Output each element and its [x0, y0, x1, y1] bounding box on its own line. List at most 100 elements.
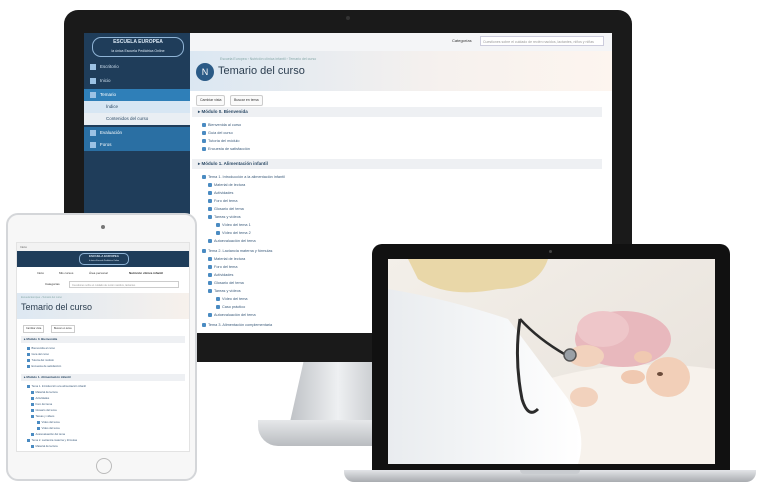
video-icon — [37, 427, 40, 430]
list-item[interactable]: Autoevaluación del tema — [208, 313, 256, 317]
browser-bar: Inicio — [17, 243, 189, 251]
list-item[interactable]: Tema 3. Alimentación complementaria — [202, 323, 272, 327]
list-item[interactable]: Tema 2. Lactancia materna y fórmulas — [202, 249, 272, 253]
video-icon — [37, 421, 40, 424]
sidebar-item-temario[interactable]: Temario — [84, 89, 190, 101]
breadcrumb[interactable]: Escuela Europea › Temario del curso — [21, 296, 62, 299]
glossary-icon — [31, 409, 34, 412]
sidebar-item-contenidos[interactable]: Contenidos del curso — [84, 113, 190, 125]
list-item[interactable]: Tareas y vídeos — [208, 215, 241, 219]
list-item[interactable]: Vídeo del tema — [37, 421, 60, 424]
activity-icon — [208, 273, 212, 277]
survey-icon — [27, 365, 30, 368]
home-icon — [90, 77, 96, 84]
item-label: Material de lectura — [35, 391, 58, 395]
list-item[interactable]: Autoevaluación del tema — [31, 433, 65, 436]
list-item[interactable]: Material de lectura — [31, 391, 58, 394]
item-label: Vídeo del tema — [222, 297, 248, 301]
list-item[interactable]: Vídeo del tema — [216, 297, 248, 301]
section-header[interactable]: ▸ Módulo 1. Alimentación infantil — [21, 374, 185, 381]
item-label: Vídeo del tema 1 — [222, 223, 251, 227]
sidebar-item-label: Inicio — [100, 78, 111, 83]
folder-icon — [31, 415, 34, 418]
list-item[interactable]: Foro del tema — [208, 265, 237, 269]
change-view-button[interactable]: Cambiar vista — [23, 325, 45, 333]
nav-course[interactable]: Nutrición clínica infantil — [129, 271, 163, 275]
list-item[interactable]: Foro del tema — [208, 199, 237, 203]
section-header[interactable]: ▸ Módulo 0. Bienvenida — [21, 336, 185, 343]
list-item[interactable]: Bienvenida al curso — [202, 123, 241, 127]
check-icon — [90, 129, 96, 136]
button-label: Cambiar vista — [200, 98, 222, 102]
item-label: Tareas y vídeos — [214, 215, 241, 219]
sidebar-item-indice[interactable]: Índice — [84, 101, 190, 113]
course-icon: N — [196, 63, 214, 81]
list-item[interactable]: Tema 2. Lactancia materna y fórmulas — [27, 439, 77, 442]
list-item[interactable]: Glosario del tema — [208, 281, 244, 285]
tablet-screen: Inicio ESCUELA EUROPEA la única Escuela … — [16, 242, 190, 452]
category-select[interactable]: Cuestiones sobre el cuidado de recién na… — [69, 281, 179, 288]
activity-icon — [208, 191, 212, 195]
category-select[interactable]: Cuestiones sobre el cuidado de recién na… — [480, 36, 604, 46]
nav-area-personal[interactable]: Área personal — [89, 271, 108, 275]
list-item[interactable]: Tema 1. Introducción a la alimentación i… — [202, 175, 285, 179]
search-topic-button[interactable]: Buscar en tema — [51, 325, 75, 333]
list-item[interactable]: Tutoría del módulo — [27, 359, 54, 362]
file-icon — [31, 391, 34, 394]
folder-icon — [202, 249, 206, 253]
survey-icon — [202, 147, 206, 151]
nav-inicio[interactable]: Inicio — [37, 271, 44, 275]
item-label: Foro del tema — [35, 403, 53, 407]
button-label: Buscar en tema — [234, 98, 259, 102]
list-item[interactable]: Guía del curso — [27, 353, 49, 356]
item-label: Autoevaluación del tema — [214, 239, 256, 243]
list-item[interactable]: Material de lectura — [208, 183, 245, 187]
laptop-camera — [549, 250, 552, 253]
list-item[interactable]: Caso práctico — [216, 305, 245, 309]
list-item[interactable]: Tareas y vídeos — [208, 289, 241, 293]
list-item[interactable]: Encuesta de satisfacción — [27, 365, 61, 368]
tablet-home-button[interactable] — [96, 458, 112, 474]
logo[interactable]: ESCUELA EUROPEA la única Escuela Pediátr… — [92, 37, 184, 57]
item-label: Tareas y vídeos — [214, 289, 241, 293]
list-item[interactable]: Vídeo del tema 1 — [216, 223, 251, 227]
pediatrician-examining-baby-photo — [388, 259, 715, 464]
list-item[interactable]: Actividades — [208, 273, 233, 277]
list-item[interactable]: Actividades — [208, 191, 233, 195]
list-item[interactable]: Glosario del tema — [208, 207, 244, 211]
sidebar-item-inicio[interactable]: Inicio — [84, 75, 190, 87]
list-item[interactable]: Material de lectura — [208, 257, 245, 261]
item-label: Actividades — [35, 397, 50, 401]
search-topic-button[interactable]: Buscar en tema — [230, 95, 263, 106]
list-item[interactable]: Tutoría del módulo — [202, 139, 240, 143]
item-label: Encuesta de satisfacción — [31, 365, 62, 369]
list-item[interactable]: Encuesta de satisfacción — [202, 147, 250, 151]
nav-mis-cursos[interactable]: Mis cursos — [59, 271, 73, 275]
list-item[interactable]: Autoevaluación del tema — [208, 239, 256, 243]
list-item[interactable]: Vídeo del tema 2 — [216, 231, 251, 235]
list-item[interactable]: Bienvenida al curso — [27, 347, 55, 350]
list-item[interactable]: Tareas y vídeos — [31, 415, 54, 418]
list-item[interactable]: Guía del curso — [202, 131, 233, 135]
quiz-icon — [208, 239, 212, 243]
list-item[interactable]: Actividades — [31, 397, 49, 400]
item-label: Tutoría del módulo — [208, 139, 240, 143]
change-view-button[interactable]: Cambiar vista — [196, 95, 226, 106]
list-item[interactable]: Vídeo del tema — [37, 427, 60, 430]
sidebar-item-label: Temario — [100, 92, 117, 97]
sidebar-item-evaluacion[interactable]: Evaluación — [84, 127, 190, 139]
forum-icon — [31, 403, 34, 406]
breadcrumb[interactable]: Escuela Europea › Nutrición clínica infa… — [220, 57, 316, 61]
list-item[interactable]: Tema 1. Introducción a la alimentación i… — [27, 385, 86, 388]
list-item[interactable]: Foro del tema — [31, 403, 52, 406]
sidebar-item-foros[interactable]: Foros — [84, 139, 190, 151]
item-label: Tema 2. Lactancia materna y fórmulas — [31, 439, 78, 443]
section-header[interactable]: ▸ Módulo 1. Alimentación infantil — [192, 159, 602, 169]
item-label: Tema 1. Introducción a la alimentación i… — [208, 175, 285, 179]
item-label: Material de lectura — [214, 257, 246, 261]
sidebar-item-escritorio[interactable]: Escritorio — [84, 61, 190, 73]
section-header[interactable]: ▸ Módulo 0. Bienvenida — [192, 107, 602, 117]
logo[interactable]: ESCUELA EUROPEA la única Escuela Pediátr… — [79, 253, 129, 265]
list-item[interactable]: Material de lectura — [31, 445, 58, 448]
list-item[interactable]: Glosario del tema — [31, 409, 57, 412]
